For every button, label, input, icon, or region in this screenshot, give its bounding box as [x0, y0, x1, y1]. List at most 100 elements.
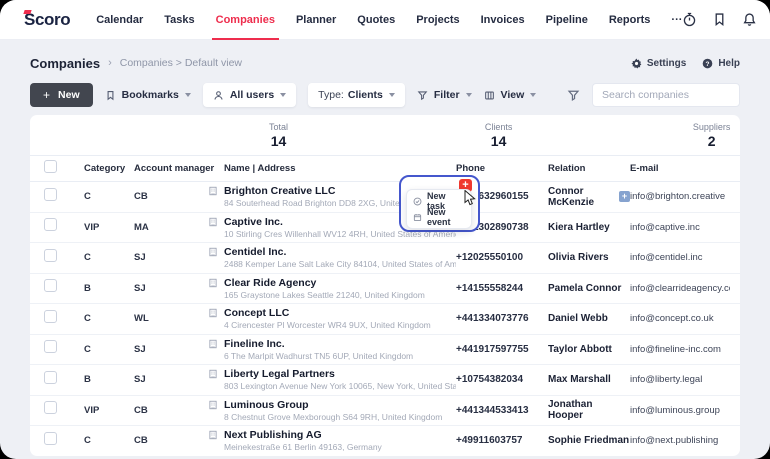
name-address-cell: Liberty Legal Partners 803 Lexington Ave…	[208, 368, 456, 391]
relation-name[interactable]: Olivia Rivers	[548, 252, 609, 263]
row-checkbox[interactable]	[44, 432, 57, 445]
company-address: 2488 Kemper Lane Salt Lake City 84104, U…	[224, 259, 456, 269]
person-icon	[213, 90, 224, 101]
table-row[interactable]: C SJ Fineline Inc. 6 The Marlpit Wadhurs…	[30, 335, 740, 366]
stat-total: Total 14	[269, 122, 288, 149]
relation-name[interactable]: Jonathan Hooper	[548, 399, 630, 421]
relation-name[interactable]: Kiera Hartley	[548, 222, 610, 233]
relation-cell: Jonathan Hooper	[548, 399, 630, 421]
filter-dropdown[interactable]: Filter	[417, 89, 472, 101]
row-checkbox[interactable]	[44, 340, 57, 353]
type-filter-dropdown[interactable]: Type: Clients	[308, 83, 405, 107]
search-filter-funnel-icon[interactable]	[567, 89, 580, 102]
table-row[interactable]: C CB Brighton Creative LLC 84 Souterhead…	[30, 182, 740, 213]
page-title[interactable]: Companies	[30, 56, 100, 71]
email-cell[interactable]: info@clearrideagency.com	[630, 283, 730, 294]
name-address-cell: Fineline Inc. 6 The Marlpit Wadhurst TN5…	[208, 338, 456, 361]
row-checkbox[interactable]	[44, 188, 57, 201]
email-cell[interactable]: info@fineline-inc.com	[630, 344, 730, 355]
table-row[interactable]: C SJ Centidel Inc. 2488 Kemper Lane Salt…	[30, 243, 740, 274]
relation-name[interactable]: Sophie Friedman	[548, 435, 629, 446]
view-dropdown[interactable]: View	[484, 89, 537, 101]
relation-name[interactable]: Pamela Connor	[548, 283, 621, 294]
column-header-category[interactable]: Category	[84, 163, 134, 174]
nav-item[interactable]: Pipeline	[546, 0, 588, 40]
add-relation-button[interactable]: +	[619, 191, 630, 202]
nav-item[interactable]: Companies	[216, 0, 275, 40]
account-manager-cell: WL	[134, 313, 208, 324]
table-row[interactable]: B SJ Liberty Legal Partners 803 Lexingto…	[30, 365, 740, 396]
timer-icon[interactable]	[682, 12, 697, 27]
relation-name[interactable]: Connor McKenzie	[548, 186, 614, 208]
category-cell: B	[84, 283, 134, 294]
nav-item[interactable]: Tasks	[164, 0, 194, 40]
column-header-phone[interactable]: Phone	[456, 163, 548, 174]
email-cell[interactable]: info@next.publishing	[630, 435, 730, 446]
help-button[interactable]: ? Help	[702, 58, 740, 69]
nav-item[interactable]: Invoices	[481, 0, 525, 40]
nav-item[interactable]: Calendar	[96, 0, 143, 40]
nav-item[interactable]: Reports	[609, 0, 651, 40]
column-header-relation[interactable]: Relation	[548, 163, 630, 174]
settings-button[interactable]: Settings	[631, 58, 686, 69]
calendar-icon	[413, 213, 422, 222]
account-manager-cell: CB	[134, 191, 208, 202]
email-cell[interactable]: info@concept.co.uk	[630, 313, 730, 324]
table-row[interactable]: C CB Next Publishing AG Meinekestraße 61…	[30, 426, 740, 456]
nav-item[interactable]: ···	[671, 0, 682, 40]
row-checkbox[interactable]	[44, 401, 57, 414]
email-cell[interactable]: info@luminous.group	[630, 405, 730, 416]
company-name[interactable]: Liberty Legal Partners	[224, 368, 456, 380]
table-row[interactable]: B SJ Clear Ride Agency 165 Graystone Lak…	[30, 274, 740, 305]
breadcrumb-path[interactable]: Companies > Default view	[120, 57, 242, 69]
users-filter-dropdown[interactable]: All users	[203, 83, 296, 107]
row-checkbox[interactable]	[44, 310, 57, 323]
breadcrumb-row: Companies › Companies > Default view Set…	[0, 51, 770, 75]
row-checkbox[interactable]	[44, 371, 57, 384]
email-cell[interactable]: info@liberty.legal	[630, 374, 730, 385]
email-cell[interactable]: info@centidel.inc	[630, 252, 730, 263]
company-name[interactable]: Next Publishing AG	[224, 429, 382, 441]
relation-name[interactable]: Taylor Abbott	[548, 344, 612, 355]
companies-card: Total 14 Clients 14 Suppliers 2 Category…	[30, 115, 740, 456]
relation-cell: Olivia Rivers	[548, 252, 630, 263]
new-button[interactable]: + New	[30, 83, 93, 107]
category-cell: B	[84, 374, 134, 385]
notifications-icon[interactable]	[742, 12, 757, 27]
company-address: 803 Lexington Avenue New York 10065, New…	[224, 381, 456, 391]
column-header-account-manager[interactable]: Account manager	[134, 163, 208, 174]
column-header-name-address[interactable]: Name | Address	[208, 163, 456, 174]
row-checkbox[interactable]	[44, 249, 57, 262]
row-checkbox[interactable]	[44, 218, 57, 231]
relation-name[interactable]: Daniel Webb	[548, 313, 608, 324]
bookmarks-dropdown[interactable]: Bookmarks	[105, 89, 191, 101]
company-name[interactable]: Concept LLC	[224, 307, 431, 319]
relation-cell: Pamela Connor	[548, 283, 630, 294]
table-header: Category Account manager Name | Address …	[30, 156, 740, 182]
email-cell[interactable]: info@brighton.creative	[630, 191, 730, 202]
nav-item[interactable]: Planner	[296, 0, 336, 40]
select-all-checkbox[interactable]	[44, 160, 57, 173]
row-checkbox[interactable]	[44, 279, 57, 292]
table-row[interactable]: VIP CB Luminous Group 8 Chestnut Grove M…	[30, 396, 740, 427]
table-row[interactable]: VIP MA Captive Inc. 10 Stirling Cres Wil…	[30, 213, 740, 244]
name-address-cell: Clear Ride Agency 165 Graystone Lakes Se…	[208, 277, 456, 300]
table-row[interactable]: C WL Concept LLC 4 Cirencester Pl Worces…	[30, 304, 740, 335]
scoro-logo[interactable]: Scoro	[24, 10, 70, 30]
company-name[interactable]: Fineline Inc.	[224, 338, 413, 350]
email-cell[interactable]: info@captive.inc	[630, 222, 730, 233]
relation-name[interactable]: Max Marshall	[548, 374, 611, 385]
menu-item-new-event[interactable]: New event	[407, 209, 471, 225]
company-name[interactable]: Centidel Inc.	[224, 246, 456, 258]
search-input[interactable]	[592, 83, 740, 107]
account-manager-cell: SJ	[134, 344, 208, 355]
company-name[interactable]: Clear Ride Agency	[224, 277, 425, 289]
building-icon	[208, 430, 218, 440]
nav-item[interactable]: Projects	[416, 0, 459, 40]
category-cell: C	[84, 191, 134, 202]
phone-cell: +49911603757	[456, 435, 548, 446]
column-header-email[interactable]: E-mail	[630, 163, 730, 174]
bookmarks-icon[interactable]	[712, 12, 727, 27]
nav-item[interactable]: Quotes	[357, 0, 395, 40]
company-name[interactable]: Luminous Group	[224, 399, 442, 411]
